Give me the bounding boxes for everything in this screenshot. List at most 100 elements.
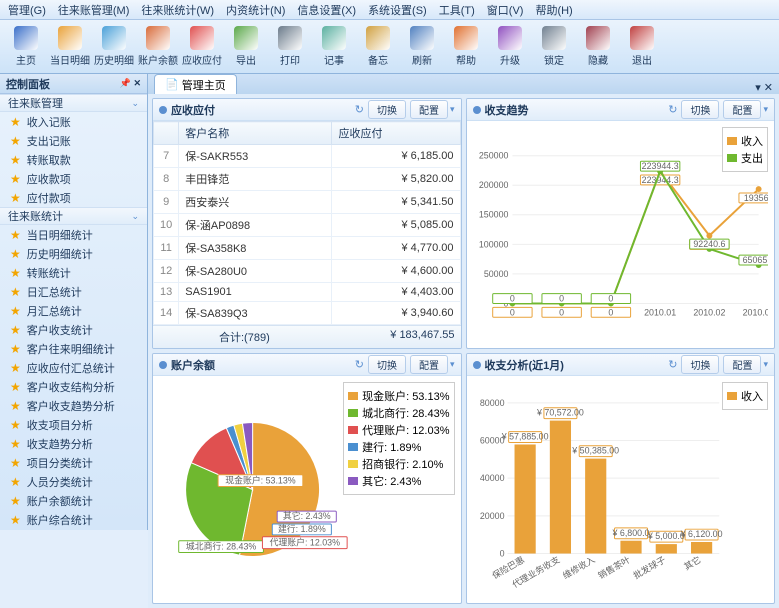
svg-text:其它: 2.43%: 其它: 2.43% <box>283 510 331 521</box>
chevron-down-icon[interactable]: ▾ <box>763 359 768 370</box>
svg-text:0: 0 <box>509 293 514 303</box>
sidebar-item[interactable]: ★收支趋势分析 <box>0 434 147 453</box>
sidebar-item[interactable]: ★客户收支统计 <box>0 320 147 339</box>
toolbar-备忘[interactable]: 备忘 <box>356 23 400 71</box>
menu-item[interactable]: 往来账管理(M) <box>58 2 130 18</box>
pin-icon[interactable]: 📌 ✕ <box>120 78 141 89</box>
menu-item[interactable]: 工具(T) <box>439 2 475 18</box>
sidebar-item[interactable]: ★人员分类统计 <box>0 472 147 491</box>
toolbar-label: 应收应付 <box>182 52 222 67</box>
sidebar-item[interactable]: ★项目分类统计 <box>0 453 147 472</box>
svg-text:150000: 150000 <box>478 210 508 220</box>
sidebar-item[interactable]: ★应付款项 <box>0 188 147 207</box>
toolbar-账户余额[interactable]: 账户余额 <box>136 23 180 71</box>
sidebar-item[interactable]: ★账户余额统计 <box>0 491 147 510</box>
sidebar-item[interactable]: ★账户综合统计 <box>0 510 147 529</box>
switch-button[interactable]: 切换 <box>368 100 406 119</box>
menu-item[interactable]: 信息设置(X) <box>297 2 356 18</box>
switch-button[interactable]: 切换 <box>681 355 719 374</box>
toolbar-帮助[interactable]: 帮助 <box>444 23 488 71</box>
panel-title: 应收应付 <box>171 102 355 118</box>
toolbar-刷新[interactable]: 刷新 <box>400 23 444 71</box>
sidebar-item[interactable]: ★日汇总统计 <box>0 282 147 301</box>
sidebar-item[interactable]: ★收入记账 <box>0 112 147 131</box>
sidebar-section[interactable]: 往来账统计⌄ <box>0 207 147 225</box>
toolbar-导出[interactable]: 导出 <box>224 23 268 71</box>
sidebar-item[interactable]: ★客户收支结构分析 <box>0 377 147 396</box>
switch-button[interactable]: 切换 <box>681 100 719 119</box>
toolbar-label: 主页 <box>16 52 36 67</box>
toolbar-隐藏[interactable]: 隐藏 <box>576 23 620 71</box>
config-button[interactable]: 配置 <box>410 100 448 119</box>
menu-item[interactable]: 内资统计(N) <box>226 2 285 18</box>
refresh-icon[interactable]: ↻ <box>668 103 677 116</box>
chevron-down-icon[interactable]: ▾ <box>450 104 455 115</box>
toolbar-应收应付[interactable]: 应收应付 <box>180 23 224 71</box>
menu-item[interactable]: 帮助(H) <box>535 2 572 18</box>
tab-min-icon[interactable]: ▾ ✕ <box>755 81 773 94</box>
svg-text:0: 0 <box>608 293 613 303</box>
table-row[interactable]: 7保-SAKR553¥ 6,185.00 <box>154 145 461 168</box>
sidebar-item-label: 月汇总统计 <box>27 303 82 319</box>
table-row[interactable]: 8丰田锋范¥ 5,820.00 <box>154 168 461 191</box>
toolbar-退出[interactable]: 退出 <box>620 23 664 71</box>
sidebar: 控制面板 📌 ✕ 往来账管理⌄★收入记账★支出记账★转账取款★应收款项★应付款项… <box>0 74 148 530</box>
switch-button[interactable]: 切换 <box>368 355 406 374</box>
toolbar-icon <box>278 26 302 50</box>
star-icon: ★ <box>10 285 21 299</box>
svg-text:城北商行: 28.43%: 城北商行: 28.43% <box>186 541 257 552</box>
toolbar-记事[interactable]: 记事 <box>312 23 356 71</box>
table-row[interactable]: 11保-SA358K8¥ 4,770.00 <box>154 237 461 260</box>
star-icon: ★ <box>10 134 21 148</box>
sidebar-item-label: 账户余额统计 <box>27 493 93 509</box>
refresh-icon[interactable]: ↻ <box>355 358 364 371</box>
menu-item[interactable]: 窗口(V) <box>487 2 524 18</box>
panel-balance: 账户余额 ↻ 切换 配置 ▾ 现金账户: 53.13%城北商行: 28.43%代… <box>152 353 462 604</box>
legend: 收入支出 <box>722 127 768 172</box>
tab-home[interactable]: 📄 管理主页 <box>154 74 237 94</box>
toolbar-锁定[interactable]: 锁定 <box>532 23 576 71</box>
refresh-icon[interactable]: ↻ <box>668 358 677 371</box>
menu-item[interactable]: 往来账统计(W) <box>141 2 214 18</box>
table-row[interactable]: 9西安泰兴¥ 5,341.50 <box>154 191 461 214</box>
panel-icon <box>473 106 481 114</box>
table-row[interactable]: 13SAS1901¥ 4,403.00 <box>154 283 461 302</box>
table-row[interactable]: 12保-SA280U0¥ 4,600.00 <box>154 260 461 283</box>
menu-item[interactable]: 系统设置(S) <box>368 2 427 18</box>
sidebar-item[interactable]: ★客户往来明细统计 <box>0 339 147 358</box>
chevron-down-icon[interactable]: ▾ <box>450 359 455 370</box>
toolbar-打印[interactable]: 打印 <box>268 23 312 71</box>
toolbar-历史明细[interactable]: 历史明细 <box>92 23 136 71</box>
refresh-icon[interactable]: ↻ <box>355 103 364 116</box>
sidebar-item[interactable]: ★收支项目分析 <box>0 415 147 434</box>
tab-label: 管理主页 <box>182 77 226 93</box>
table-row[interactable]: 14保-SA839Q3¥ 3,940.60 <box>154 302 461 325</box>
sidebar-item[interactable]: ★转账取款 <box>0 150 147 169</box>
star-icon: ★ <box>10 304 21 318</box>
sidebar-item[interactable]: ★历史明细统计 <box>0 244 147 263</box>
menu-item[interactable]: 管理(G) <box>8 2 46 18</box>
config-button[interactable]: 配置 <box>410 355 448 374</box>
svg-text:0: 0 <box>608 307 613 317</box>
config-button[interactable]: 配置 <box>723 355 761 374</box>
table-row[interactable]: 10保-涵AP0898¥ 5,085.00 <box>154 214 461 237</box>
panel-icon <box>159 106 167 114</box>
sidebar-item[interactable]: ★支出记账 <box>0 131 147 150</box>
sidebar-item[interactable]: ★ 月汇总统计 <box>0 301 147 320</box>
panel-analysis: 收支分析(近1月) ↻ 切换 配置 ▾ 02000040000600008000… <box>466 353 776 604</box>
toolbar-升级[interactable]: 升级 <box>488 23 532 71</box>
sidebar-item[interactable]: ★应收应付汇总统计 <box>0 358 147 377</box>
sidebar-item[interactable]: ★应收款项 <box>0 169 147 188</box>
toolbar-label: 历史明细 <box>94 52 134 67</box>
sidebar-section[interactable]: 往来账管理⌄ <box>0 94 147 112</box>
sidebar-item[interactable]: ★转账统计 <box>0 263 147 282</box>
toolbar-当日明细[interactable]: 当日明细 <box>48 23 92 71</box>
config-button[interactable]: 配置 <box>723 100 761 119</box>
star-icon: ★ <box>10 153 21 167</box>
sidebar-item[interactable]: ★当日明细统计 <box>0 225 147 244</box>
toolbar-icon <box>630 26 654 50</box>
chevron-down-icon[interactable]: ▾ <box>763 104 768 115</box>
toolbar-主页[interactable]: 主页 <box>4 23 48 71</box>
sidebar-item-label: 收支趋势分析 <box>27 436 93 452</box>
sidebar-item[interactable]: ★客户收支趋势分析 <box>0 396 147 415</box>
